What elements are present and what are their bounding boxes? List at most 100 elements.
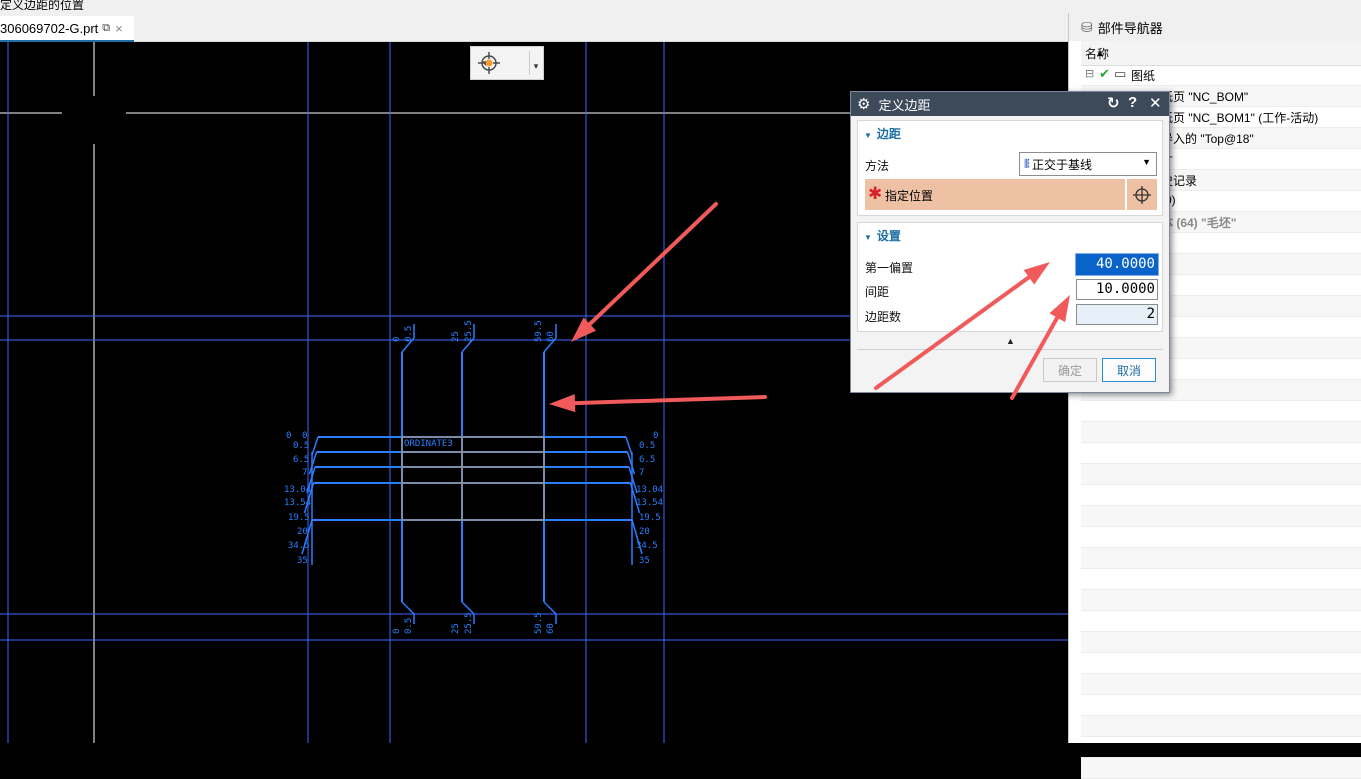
dialog-title: 定义边距 — [878, 97, 931, 113]
annotation-arrow — [571, 202, 718, 342]
navigator-row-label: 导入的 "Top@18" — [1161, 132, 1254, 146]
navigator-row[interactable] — [1081, 590, 1361, 611]
navigator-row[interactable] — [1081, 527, 1361, 548]
file-tab[interactable]: 306069702-G.prt ⧉ × — [0, 16, 134, 42]
specify-position-row[interactable]: ✱ 指定位置 — [865, 179, 1157, 210]
navigator-row[interactable] — [1081, 653, 1361, 674]
table-cell — [401, 482, 545, 521]
snap-point-button[interactable]: ▾ — [477, 51, 527, 75]
navigator-row[interactable] — [1081, 569, 1361, 590]
navigator-row[interactable] — [1081, 632, 1361, 653]
navigator-row[interactable] — [1081, 422, 1361, 443]
method-label: 方法 — [865, 159, 890, 173]
table-cell — [401, 466, 545, 484]
orthogonal-baseline-icon: ⫴⫶ — [1024, 156, 1030, 171]
margin-count-label: 边距数 — [865, 310, 902, 324]
checkmark-icon: ✔ — [1099, 66, 1110, 81]
collapse-dialog-arrow-icon[interactable]: ▲ — [1006, 336, 1015, 346]
navigator-row[interactable] — [1081, 695, 1361, 716]
navigator-row[interactable] — [1081, 716, 1361, 737]
cancel-button[interactable]: 取消 — [1102, 358, 1156, 382]
document-tab-bar: 306069702-G.prt ⧉ × — [0, 13, 1068, 42]
bottom-ordinate-label: 60 — [546, 623, 556, 634]
navigator-title: 部件导航器 — [1097, 20, 1163, 36]
first-offset-input[interactable]: 40.0000 — [1075, 253, 1159, 276]
navigator-row[interactable] — [1081, 737, 1361, 758]
collapse-triangle-icon: ▼ — [864, 131, 872, 140]
first-offset-label: 第一偏置 — [865, 261, 914, 275]
define-margin-dialog: ⚙ 定义边距 ↻ ? ✕ ▼ 边距 方法 ⫴⫶ 正交于基线 ▼ ✱ 指定位置 ▼… — [850, 91, 1170, 393]
ordinate-jog — [543, 601, 557, 615]
margin-group-header[interactable]: ▼ 边距 — [864, 125, 901, 142]
top-ordinate-label: 25.5 — [464, 320, 474, 342]
left-ordinate-label: 13.54 — [284, 498, 311, 508]
navigator-row[interactable] — [1081, 506, 1361, 527]
close-icon[interactable]: ✕ — [1149, 94, 1162, 112]
part-navigator-icon: ⛁ — [1081, 18, 1093, 35]
tab-close-icon[interactable]: × — [115, 21, 123, 36]
specify-position-label: 指定位置 — [885, 189, 934, 203]
navigator-row[interactable] — [1081, 758, 1361, 779]
navigator-row[interactable] — [1081, 401, 1361, 422]
bottom-ordinate-label: 0 — [392, 629, 402, 634]
settings-group-header[interactable]: ▼ 设置 — [864, 227, 901, 244]
toolbar-overflow-button[interactable]: ▾ — [529, 51, 542, 75]
left-ordinate-label: 6.5 — [293, 455, 309, 465]
navigator-row-label: 体 (64) "毛坯" — [1161, 216, 1237, 230]
navigator-header: ⛁ 部件导航器 — [1069, 13, 1361, 41]
dropdown-arrow-icon: ▼ — [1142, 157, 1151, 167]
status-prompt: 定义边距的位置 — [0, 0, 85, 12]
method-dropdown[interactable]: ⫴⫶ 正交于基线 ▼ — [1019, 152, 1157, 176]
left-ordinate-label: 7 — [302, 468, 307, 478]
left-ordinate-label: 19.5 — [288, 513, 310, 523]
left-ordinate-label: 0.5 — [293, 441, 309, 451]
dialog-title-bar[interactable]: ⚙ 定义边距 ↻ ? ✕ — [851, 92, 1169, 116]
left-ordinate-label: 0 — [286, 431, 291, 441]
help-icon[interactable]: ? — [1128, 94, 1137, 111]
drawing-sheet-icon: ▭ — [1114, 66, 1127, 81]
navigator-row-label: 图纸 — [1131, 69, 1156, 83]
collapse-triangle-icon: ▼ — [864, 233, 872, 242]
top-ordinate-label: 59.5 — [534, 320, 544, 342]
navigator-row[interactable] — [1081, 443, 1361, 464]
popout-icon[interactable]: ⧉ — [102, 22, 110, 35]
right-ordinate-label: 19.5 — [639, 513, 661, 523]
right-ordinate-label: 0.5 — [639, 441, 655, 451]
right-ordinate-label: 13.54 — [636, 498, 663, 508]
snap-toolbar: ▾ ▾ — [470, 46, 544, 80]
top-ordinate-label: 60 — [546, 331, 556, 342]
right-ordinate-label: 6.5 — [639, 455, 655, 465]
margin-count-input[interactable]: 2 — [1076, 304, 1158, 325]
navigator-row[interactable] — [1081, 464, 1361, 485]
point-dialog-button[interactable] — [1125, 179, 1157, 210]
bottom-ordinate-label: 25.5 — [464, 612, 474, 634]
reset-icon[interactable]: ↻ — [1107, 94, 1120, 112]
bottom-ordinate-label: 25 — [451, 623, 461, 634]
right-ordinate-label: 0 — [653, 431, 658, 441]
navigator-row[interactable] — [1081, 548, 1361, 569]
right-ordinate-label: 20 — [639, 527, 650, 537]
right-ordinate-label: 13.04 — [636, 485, 663, 495]
navigator-row[interactable] — [1081, 674, 1361, 695]
spacing-input[interactable]: 10.0000 — [1076, 279, 1158, 300]
left-ordinate-label: 20 — [297, 527, 308, 537]
right-ordinate-label: 34.5 — [636, 541, 658, 551]
ok-button[interactable]: 确定 — [1043, 358, 1097, 382]
navigator-row[interactable] — [1081, 485, 1361, 506]
navigator-row[interactable]: ⊟ ✔ ▭ 图纸 — [1081, 65, 1361, 86]
settings-group-title: 设置 — [876, 229, 901, 243]
navigator-row[interactable] — [1081, 611, 1361, 632]
ordinate-slant — [626, 451, 636, 475]
ordinate-jog — [461, 601, 475, 615]
collapse-node-icon[interactable]: ⊟ — [1085, 67, 1094, 80]
file-tab-label: 306069702-G.prt — [0, 20, 99, 36]
bottom-ordinate-label: 0.5 — [404, 618, 414, 634]
annotation-arrow — [549, 394, 767, 413]
spacing-label: 间距 — [865, 285, 890, 299]
navigator-column-header[interactable]: 名称 ▲ — [1081, 41, 1361, 66]
gear-icon: ⚙ — [857, 96, 871, 113]
top-ordinate-label: 25 — [451, 331, 461, 342]
right-ordinate-label: 7 — [639, 468, 644, 478]
top-ordinate-label: 0.5 — [404, 326, 414, 342]
table-label: ORDINATE3 — [404, 439, 453, 449]
